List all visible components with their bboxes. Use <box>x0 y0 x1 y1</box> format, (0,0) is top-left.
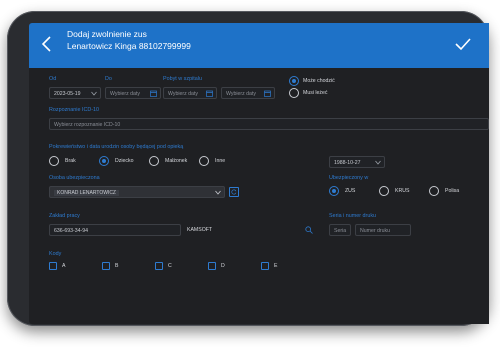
insured-in-radio-krus[interactable] <box>379 186 389 196</box>
codes-label: Kody <box>49 251 62 257</box>
calendar-icon <box>264 90 271 97</box>
walking-option-label: Może chodzić <box>303 78 335 84</box>
walking-radio-can-walk[interactable] <box>289 76 299 86</box>
relation-radio-other[interactable] <box>199 156 209 166</box>
od-date-value: 2023-05-19 <box>54 90 81 97</box>
walking-radio-must-lie[interactable] <box>289 88 299 98</box>
icd-field[interactable]: Wybierz rozpoznanie ICD-10 <box>49 118 489 130</box>
do-label: Do <box>105 76 112 82</box>
code-label: D <box>221 263 225 269</box>
insured-in-radio-polisa[interactable] <box>429 186 439 196</box>
print-series-placeholder: Seria <box>334 227 347 234</box>
do-date-field[interactable]: Wybierz daty <box>105 87 161 99</box>
back-arrow-icon[interactable] <box>39 35 55 53</box>
app-header: Dodaj zwolnienie zus Lenartowicz Kinga 8… <box>29 23 489 68</box>
relation-option-label: Dziecko <box>115 158 134 164</box>
search-icon[interactable] <box>305 226 313 234</box>
relation-option-label: Brak <box>65 158 76 164</box>
relation-label: Pokrewieństwo i data urodzin osoby będąc… <box>49 144 184 150</box>
od-label: Od <box>49 76 57 82</box>
header-patient: Lenartowicz Kinga 88102799999 <box>67 41 191 51</box>
employer-nip-field[interactable]: 636-693-34-94 <box>49 224 181 236</box>
code-checkbox-b[interactable] <box>102 262 110 270</box>
relation-radio-none[interactable] <box>49 156 59 166</box>
print-label: Seria i numer druku <box>329 213 377 219</box>
relation-option-label: Inne <box>215 158 226 164</box>
app-screen: Dodaj zwolnienie zus Lenartowicz Kinga 8… <box>29 23 489 324</box>
employer-label: Zakład pracy <box>49 213 80 219</box>
employer-name: KAMSOFT <box>187 227 213 233</box>
chevron-down-icon <box>375 160 381 165</box>
employer-nip-value: 636-693-34-94 <box>54 227 89 234</box>
birth-date-field[interactable]: 1988-10-27 <box>329 156 385 168</box>
code-label: A <box>62 263 66 269</box>
walking-option-label: Musi leżeć <box>303 90 328 96</box>
pobyt-to-placeholder: Wybierz daty <box>226 90 256 97</box>
refresh-icon <box>231 189 237 195</box>
do-date-placeholder: Wybierz daty <box>110 90 140 97</box>
insured-dropdown[interactable]: KONRAD LENARTOWICZ <box>49 186 225 198</box>
insured-value: KONRAD LENARTOWICZ <box>54 189 119 196</box>
insured-in-label: Ubezpieczony w <box>329 175 369 181</box>
print-series-field[interactable]: Seria <box>329 224 351 236</box>
code-label: C <box>168 263 172 269</box>
relation-radio-spouse[interactable] <box>149 156 159 166</box>
icd-placeholder: Wybierz rozpoznanie ICD-10 <box>54 121 121 128</box>
print-number-placeholder: Numer druku <box>360 227 390 234</box>
confirm-check-icon[interactable] <box>455 37 471 51</box>
insured-in-option-label: ZUS <box>345 188 356 194</box>
birth-date-value: 1988-10-27 <box>334 159 361 166</box>
pobyt-from-field[interactable]: Wybierz daty <box>163 87 217 99</box>
pobyt-from-placeholder: Wybierz daty <box>168 90 198 97</box>
od-date-field[interactable]: 2023-05-19 <box>49 87 101 99</box>
chevron-down-icon <box>91 91 97 96</box>
insured-in-option-label: Polisa <box>445 188 460 194</box>
code-checkbox-e[interactable] <box>261 262 269 270</box>
pobyt-to-field[interactable]: Wybierz daty <box>221 87 275 99</box>
insured-label: Osoba ubezpieczona <box>49 175 100 181</box>
code-checkbox-d[interactable] <box>208 262 216 270</box>
calendar-icon <box>206 90 213 97</box>
tablet-frame: Dodaj zwolnienie zus Lenartowicz Kinga 8… <box>7 11 489 326</box>
insured-refresh-button[interactable] <box>229 187 239 197</box>
chevron-down-icon <box>215 190 221 195</box>
header-title: Dodaj zwolnienie zus <box>67 29 147 39</box>
relation-option-label: Małżonek <box>165 158 188 164</box>
calendar-icon <box>150 90 157 97</box>
code-label: E <box>274 263 278 269</box>
code-checkbox-a[interactable] <box>49 262 57 270</box>
relation-radio-child[interactable] <box>99 156 109 166</box>
print-number-field[interactable]: Numer druku <box>355 224 411 236</box>
pobyt-label: Pobyt w szpitalu <box>163 76 202 82</box>
icd-label: Rozpoznanie ICD-10 <box>49 107 100 113</box>
insured-in-option-label: KRUS <box>395 188 410 194</box>
code-checkbox-c[interactable] <box>155 262 163 270</box>
insured-in-radio-zus[interactable] <box>329 186 339 196</box>
code-label: B <box>115 263 119 269</box>
